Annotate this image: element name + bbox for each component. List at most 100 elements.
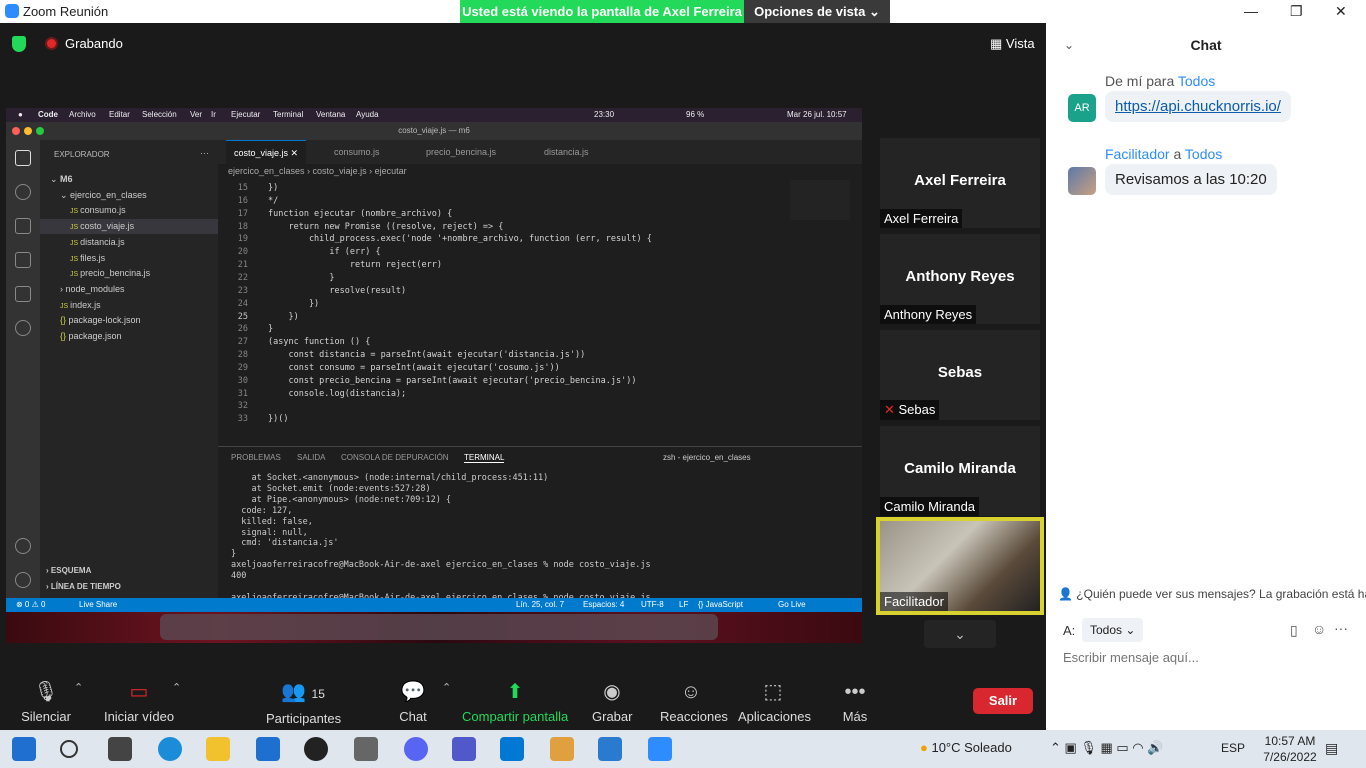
terminal-line: } [231,549,237,560]
line-number: 16 [237,195,248,206]
apps-button[interactable]: ⬚ Aplicaciones [738,667,811,730]
mac-menu-item: Ver [190,110,203,119]
mute-label: Silenciar [21,709,71,724]
mail-icon[interactable] [256,737,280,761]
line-code: const precio_bencina = parseInt(await ej… [268,375,637,386]
file-icon[interactable]: ▯ [1290,622,1298,639]
restore-icon[interactable]: ❐ [1290,3,1303,20]
taskbar-clock[interactable]: 10:57 AM 7/26/2022 [1258,733,1322,765]
line-code: resolve(result) [268,285,407,296]
mac-datetime: Mar 26 jul. 10:57 [787,110,847,119]
js-file-icon: JS [70,224,81,232]
zoom-taskbar-icon[interactable] [648,737,672,761]
indentation: Espacios: 4 [583,600,625,609]
more-button[interactable]: ••• Más [838,667,872,730]
line-number: 19 [237,234,248,245]
code-line: 26} [222,323,782,336]
line-code: */ [268,195,279,206]
recording-label[interactable]: Grabando [65,36,123,51]
eol: LF [679,600,689,609]
system-tray-icons[interactable]: ⌃ ▣ 🎙 ▦ ▭ ◠ 🔊 [1050,740,1163,756]
participant-tile[interactable]: Camilo Miranda Camilo Miranda [880,426,1040,516]
reactions-button[interactable]: ☺ Reacciones [660,667,728,730]
paint-icon[interactable] [550,737,574,761]
file-tree-item: JS distancia.js [40,235,218,250]
minimize-icon[interactable]: — [1244,3,1258,19]
clock-time: 10:57 AM [1264,734,1316,748]
close-dot [12,127,20,135]
mute-button[interactable]: 🎙 Silenciar [16,667,76,730]
message-sender[interactable]: Facilitador [1105,146,1170,162]
line-number: 24 [237,298,248,309]
message-separator: para [1142,73,1178,89]
chat-options-chevron-icon[interactable]: ⌃ [442,681,451,694]
task-view-icon[interactable] [108,737,132,761]
record-label: Grabar [592,709,633,724]
reactions-label: Reacciones [660,709,728,724]
participants-button[interactable]: 👥 15 Participantes [266,667,341,730]
file-explorer-icon[interactable] [206,737,230,761]
file-tree-item: ⌄ M6 [40,172,218,187]
weather-widget[interactable]: ● 10°C Soleado [920,740,1012,755]
file-tree-item: ⌄ ejercico_en_clases [40,188,218,203]
record-button[interactable]: ◉ Grabar [592,667,632,730]
chat-message-input[interactable] [1063,650,1353,665]
view-options-button[interactable]: Opciones de vista ⌄ [744,0,890,23]
discord-icon[interactable] [404,737,428,761]
encryption-shield-icon[interactable] [12,36,26,52]
terminal-line: at Pipe.<anonymous> (node:net:709:12) { [231,494,452,505]
chat-button[interactable]: 💬 Chat [396,667,430,730]
language-indicator[interactable]: ESP [1221,741,1245,755]
leave-button[interactable]: Salir [973,688,1033,714]
chat-panel: — ❐ ✕ ⌄ Chat De mí para Todos AR https:/… [1046,0,1366,730]
zoom-dot [36,127,44,135]
more-label: Más [842,709,868,724]
notification-icon[interactable]: ▤ [1325,740,1338,757]
line-number: 25 [237,311,248,322]
chat-visibility-notice[interactable]: 👤 ¿Quién puede ver sus mensajes? La grab… [1058,587,1366,601]
code-line: 21 return reject(err) [222,259,782,272]
participant-tile[interactable]: Anthony Reyes Anthony Reyes [880,234,1040,324]
vscode-icon[interactable] [500,737,524,761]
code-line: 15}) [222,182,782,195]
participant-tile[interactable]: Axel Ferreira Axel Ferreira [880,138,1040,228]
code-line: 27 (async function () { [222,336,782,349]
message-link[interactable]: https://api.chucknorris.io/ [1115,98,1281,115]
mac-battery: 96 % [686,110,705,119]
participant-tile[interactable]: Sebas ✕ Sebas [880,330,1040,420]
line-number: 31 [237,388,248,399]
more-icon[interactable]: ··· [1334,620,1348,636]
video-options-chevron-icon[interactable]: ⌃ [172,681,181,694]
panel-tab-debug-console: CONSOLA DE DEPURACIÓN [341,453,449,462]
audio-options-chevron-icon[interactable]: ⌃ [74,681,83,694]
close-icon[interactable]: ✕ [1335,3,1347,20]
terminal-line: at Socket.emit (node:events:527:28) [231,483,431,494]
share-screen-button[interactable]: ⬆ Compartir pantalla [462,667,568,730]
cursor-position: Lín. 25, col. 7 [516,600,565,609]
line-number: 27 [237,337,248,348]
windows-start-icon[interactable] [12,737,36,761]
teams-icon[interactable] [452,737,476,761]
scroll-down-icon[interactable]: ⌄ [924,620,996,648]
recipient-select[interactable]: Todos ⌄ [1082,618,1144,642]
message-recipient[interactable]: Todos [1178,73,1215,89]
terminal-line: 400 [231,571,247,582]
message-recipient[interactable]: Todos [1185,146,1222,162]
emoji-icon[interactable]: ☺ [1312,621,1326,637]
m-app-icon[interactable] [354,737,378,761]
file-tree-label: files.js [80,252,106,263]
file-tree-item: JS precio_bencina.js [40,266,218,281]
self-video-tile[interactable]: Facilitador [876,517,1044,615]
start-video-button[interactable]: ▭ Iniciar vídeo [103,667,175,730]
search-icon[interactable] [60,740,78,758]
minimap [790,180,850,220]
message-text: Revisamos a las 10:20 [1115,171,1267,188]
edge-icon[interactable] [158,737,182,761]
line-number: 32 [237,401,248,412]
panel-tab-output: SALIDA [297,453,326,462]
view-button[interactable]: ▦ Vista [990,36,1035,52]
panel-tabs: PROBLEMAS SALIDA CONSOLA DE DEPURACIÓN T… [218,453,862,467]
shared-screen[interactable]: ● Code Archivo Editar Selección Ver Ir E… [6,108,862,643]
photos-icon[interactable] [598,737,622,761]
dell-icon[interactable] [304,737,328,761]
